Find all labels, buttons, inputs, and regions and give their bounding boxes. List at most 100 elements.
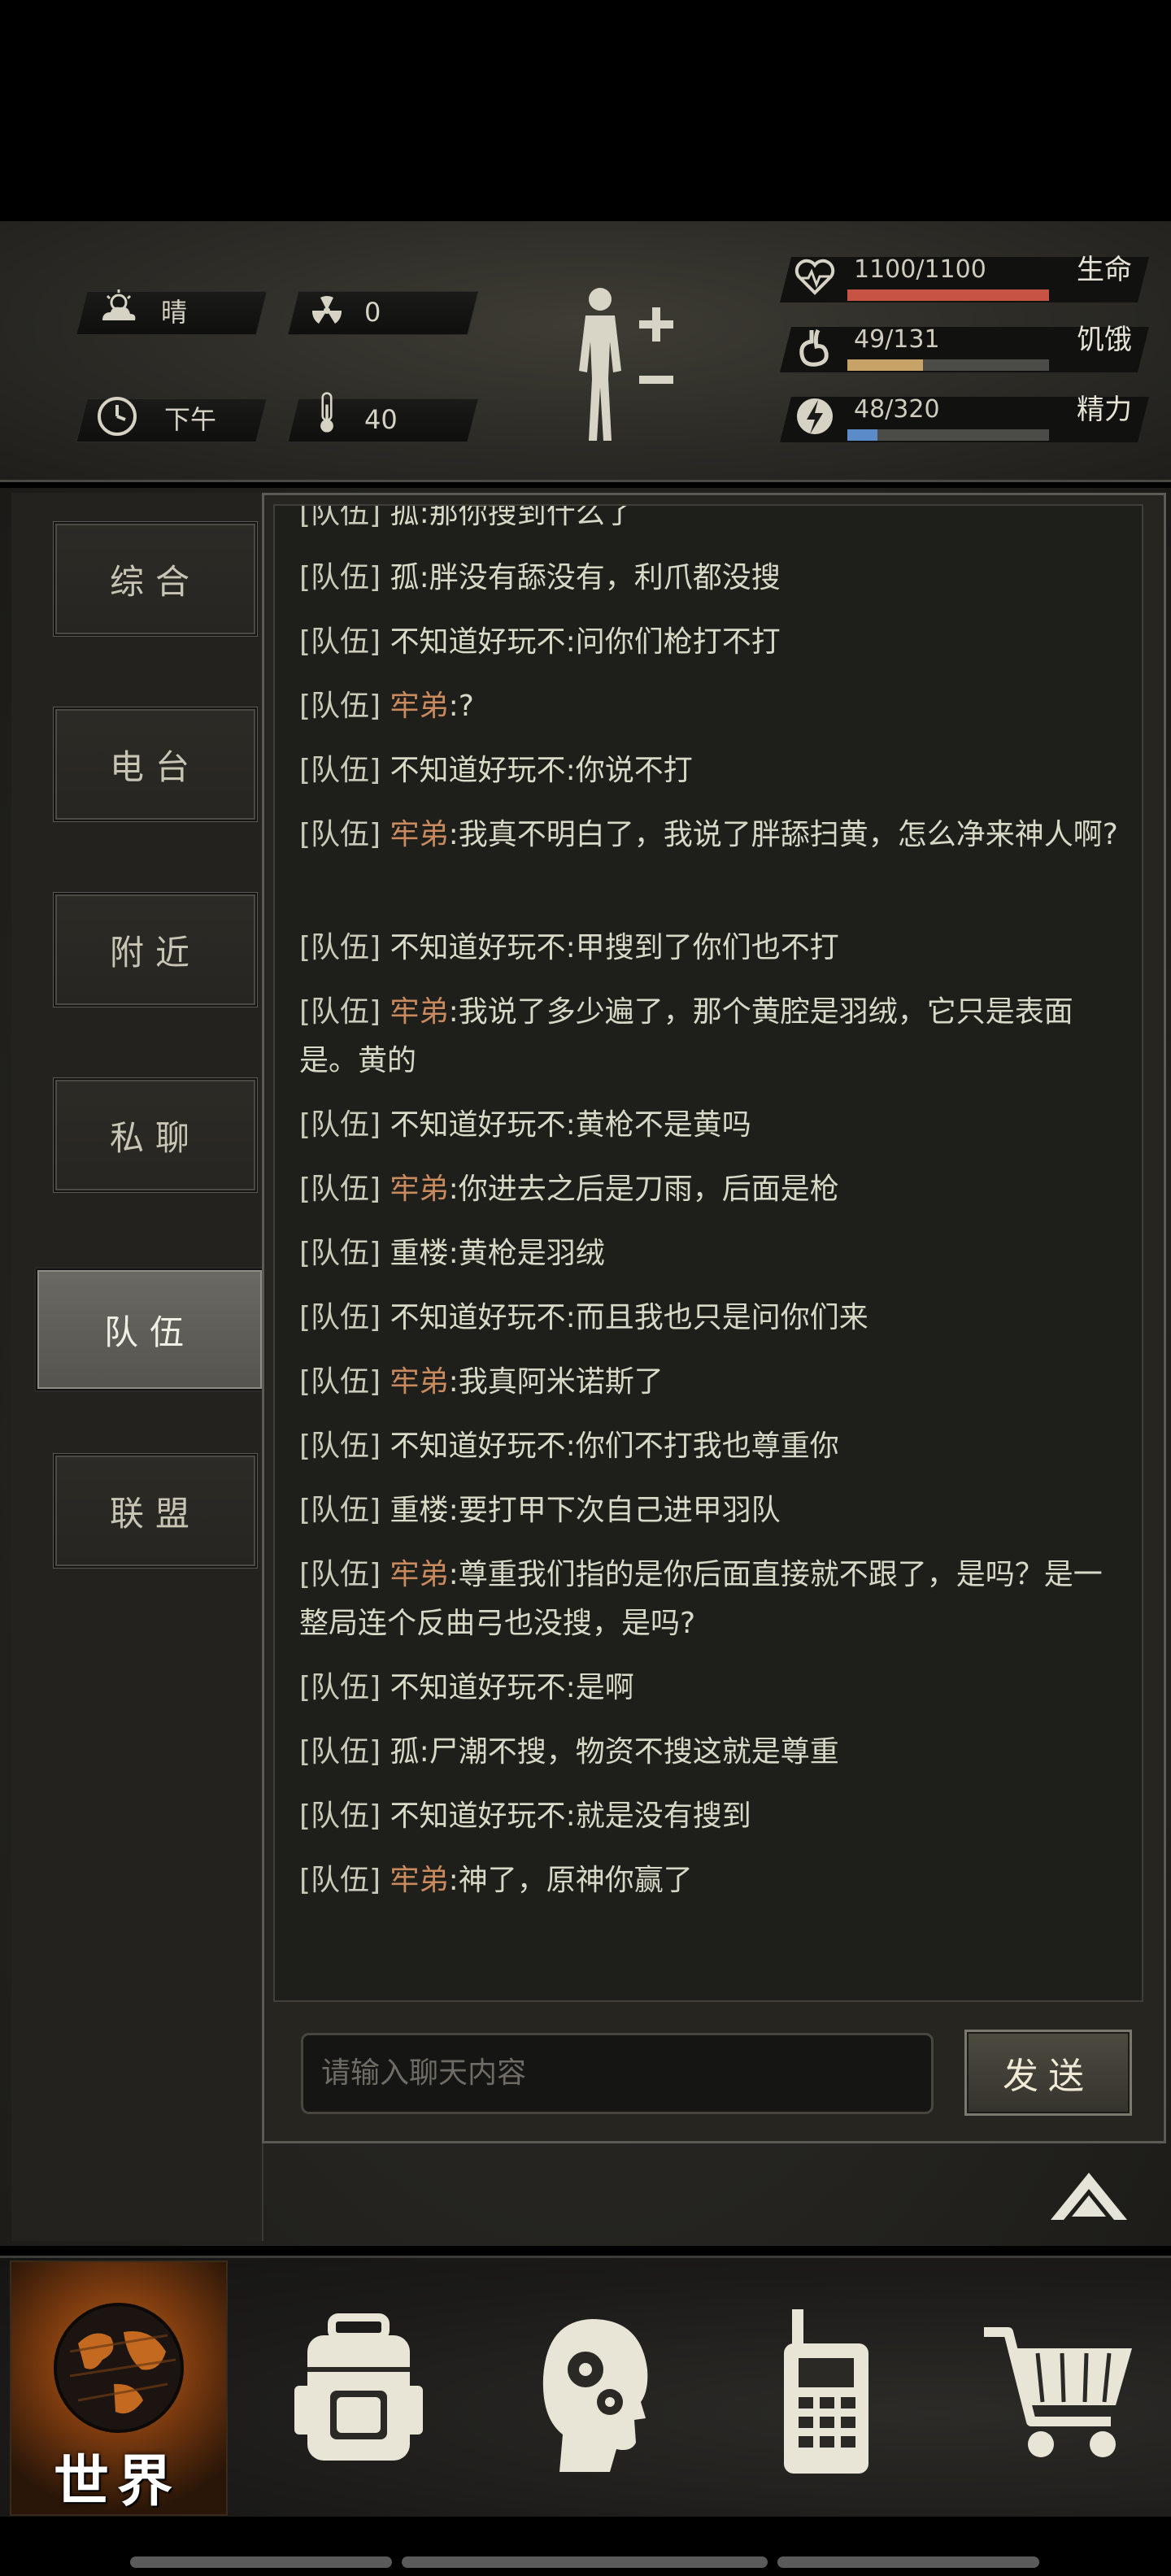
message-text: :甲搜到了你们也不打 [565, 931, 839, 964]
message-sender[interactable]: 不知道好玩不 [390, 1301, 566, 1334]
message-text: :就是没有搜到 [565, 1799, 751, 1833]
message-sender[interactable]: 不知道好玩不 [390, 1799, 566, 1833]
body-figure-icon[interactable] [561, 281, 683, 444]
chat-message: [队伍] 牢弟:我真阿米诺斯了 [299, 1358, 1129, 1407]
chat-message: [队伍] 牢弟:尊重我们指的是你后面直接就不跟了，是吗？是一整局连个反曲弓也没搜… [299, 1551, 1129, 1648]
message-sender[interactable]: 不知道好玩不 [390, 754, 566, 787]
message-text: :而且我也只是问你们来 [565, 1301, 868, 1334]
energy-value: 48/320 [854, 395, 940, 424]
chat-input[interactable]: 请输入聊天内容 [301, 2033, 934, 2114]
message-channel: [队伍] [299, 1799, 381, 1833]
message-sender[interactable]: 牢弟 [390, 1864, 449, 1897]
health-label: 生命 [1077, 254, 1132, 286]
chat-message: [队伍] 不知道好玩不:而且我也只是问你们来 [299, 1294, 1129, 1342]
message-sender[interactable]: 牢弟 [390, 1558, 449, 1591]
message-channel: [队伍] [299, 1735, 381, 1769]
chat-message: [队伍] 重楼:要打甲下次自己进甲羽队 [299, 1486, 1129, 1535]
message-channel: [队伍] [299, 995, 381, 1029]
message-sender[interactable]: 不知道好玩不 [390, 1108, 566, 1142]
message-sender[interactable]: 牢弟 [390, 690, 449, 723]
tab-general[interactable]: 综合 [54, 522, 257, 636]
nav-shop-button[interactable] [945, 2261, 1156, 2513]
message-channel: [队伍] [299, 1864, 381, 1897]
status-panel: 晴 0 下午 40 1100/1100 生命 49/131 饥饿 48/320 … [0, 221, 1171, 482]
message-channel: [队伍] [299, 818, 381, 851]
message-sender[interactable]: 孤 [390, 1735, 420, 1769]
nav-world-label: 世界 [53, 2450, 181, 2514]
chat-message: [队伍] 不知道好玩不:问你们枪打不打 [299, 618, 1129, 667]
message-text: :我真不明白了，我说了胖舔扫黄，怎么净来神人啊? [448, 818, 1118, 851]
message-channel: [队伍] [299, 625, 381, 659]
chat-message: [队伍] 不知道好玩不:黄枪不是黄吗 [299, 1101, 1129, 1150]
energy-bolt-icon [797, 398, 833, 434]
message-text: :? [448, 690, 474, 723]
message-text: :问你们枪打不打 [565, 625, 781, 659]
message-channel: [队伍] [299, 1173, 381, 1206]
globe-icon [54, 2303, 184, 2433]
chat-message: [队伍] 孤:胖没有舔没有，利爪都没搜 [299, 554, 1129, 603]
stomach-icon [799, 329, 829, 367]
chat-message: [队伍] 不知道好玩不:你说不打 [299, 746, 1129, 795]
radiation-icon [311, 296, 342, 324]
message-sender[interactable]: 孤 [390, 561, 420, 594]
nav-skills-button[interactable] [491, 2261, 703, 2513]
message-sender[interactable]: 不知道好玩不 [390, 625, 566, 659]
message-text: :你说不打 [565, 754, 693, 787]
chat-message: [队伍] 牢弟:我真不明白了，我说了胖舔扫黄，怎么净来神人啊? [299, 811, 1129, 859]
tab-nearby[interactable]: 附近 [54, 893, 257, 1007]
home-indicator-right [777, 2556, 1039, 2568]
message-sender[interactable]: 牢弟 [390, 995, 449, 1029]
message-sender[interactable]: 孤 [390, 506, 420, 530]
hunger-value: 49/131 [854, 325, 940, 354]
health-track [847, 289, 1049, 301]
tab-radio[interactable]: 电台 [54, 707, 257, 821]
health-value: 1100/1100 [854, 255, 986, 284]
message-channel: [队伍] [299, 561, 381, 594]
chat-log[interactable]: [队伍] 孤:那你搜到什么了 [队伍] 孤:胖没有舔没有，利爪都没搜 [队伍] 不知… [273, 504, 1143, 2002]
message-sender[interactable]: 不知道好玩不 [390, 1671, 566, 1704]
message-channel: [队伍] [299, 1558, 381, 1591]
message-sender[interactable]: 不知道好玩不 [390, 1429, 566, 1463]
chat-message: [队伍] 重楼:黄枪是羽绒 [299, 1229, 1129, 1278]
chat-message: [队伍] 不知道好玩不:甲搜到了你们也不打 [299, 924, 1129, 973]
nav-backpack-button[interactable] [257, 2261, 468, 2513]
tab-team[interactable]: 队伍 [36, 1268, 263, 1390]
home-indicator-left [130, 2556, 392, 2568]
message-text: :尸潮不搜，物资不搜这就是尊重 [419, 1735, 839, 1769]
chat-message: [队伍] 不知道好玩不:你们不打我也尊重你 [299, 1422, 1129, 1471]
shopping-cart-icon [984, 2327, 1132, 2457]
message-sender[interactable]: 重楼 [390, 1494, 449, 1527]
message-sender[interactable]: 牢弟 [390, 1173, 449, 1206]
chat-message: [队伍] 牢弟:我说了多少遍了，那个黄腔是羽绒，它只是表面是。黄的 [299, 988, 1129, 1086]
nav-radio-button[interactable] [716, 2261, 927, 2513]
tab-private[interactable]: 私聊 [54, 1078, 257, 1192]
message-channel: [队伍] [299, 754, 381, 787]
hunger-fill [847, 359, 923, 371]
heart-pulse-icon [794, 259, 835, 295]
message-channel: [队伍] [299, 690, 381, 723]
message-sender[interactable]: 牢弟 [390, 818, 449, 851]
message-text: :你们不打我也尊重你 [565, 1429, 839, 1463]
message-text: :那你搜到什么了 [419, 504, 634, 530]
clock-icon [98, 397, 137, 436]
chat-message: [队伍] 牢弟:? [299, 682, 1129, 731]
message-text: :黄枪是羽绒 [448, 1237, 605, 1270]
energy-label: 精力 [1077, 394, 1132, 426]
message-sender[interactable]: 牢弟 [390, 1365, 449, 1399]
message-sender[interactable]: 不知道好玩不 [390, 931, 566, 964]
chat-message: [队伍] 牢弟:你进去之后是刀雨，后面是枪 [299, 1165, 1129, 1214]
message-channel: [队伍] [299, 1671, 381, 1704]
energy-fill [847, 429, 878, 441]
chevron-up-icon[interactable] [1049, 2171, 1129, 2221]
hunger-track [847, 359, 1049, 371]
message-text: :要打甲下次自己进甲羽队 [448, 1494, 781, 1527]
message-channel: [队伍] [299, 931, 381, 964]
send-button[interactable]: 发送 [964, 2030, 1132, 2116]
message-sender[interactable]: 重楼 [390, 1237, 449, 1270]
chat-message: [队伍] 牢弟:神了，原神你赢了 [299, 1856, 1129, 1905]
chat-message: [队伍] 孤:尸潮不搜，物资不搜这就是尊重 [299, 1728, 1129, 1777]
home-indicator-center[interactable] [402, 2556, 768, 2568]
radiation-value: 0 [364, 297, 381, 328]
tab-alliance[interactable]: 联盟 [54, 1454, 257, 1568]
chat-message: [队伍] 不知道好玩不:是啊 [299, 1664, 1129, 1712]
